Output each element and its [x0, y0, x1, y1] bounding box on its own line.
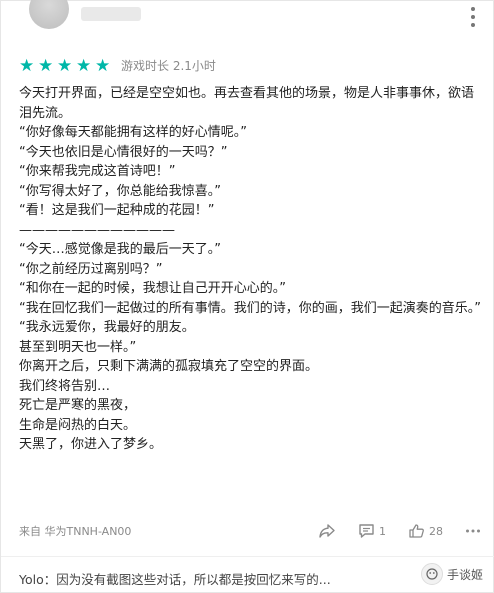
more-horizontal-icon — [465, 528, 481, 534]
star-rating: ★ ★ ★ ★ ★ — [19, 55, 111, 76]
comment-count: 1 — [379, 524, 386, 538]
review-line: “我在回忆我们一起做过的所有事情。我们的诗，你的画，我们一起演奏的音乐。” — [19, 300, 481, 316]
review-line: “今天…感觉像是我的最后一天了。” — [19, 242, 221, 257]
star-icon: ★ — [19, 55, 35, 76]
comment-icon — [358, 523, 375, 539]
star-icon: ★ — [38, 55, 54, 76]
review-line: “你来帮我完成这首诗吧！” — [19, 164, 176, 179]
review-line: “我永远爱你，我最好的朋友。 — [19, 320, 195, 335]
watermark: 手谈姬 — [420, 563, 483, 585]
watermark-logo-icon — [420, 563, 443, 585]
review-line: “和你在一起的时候，我想让自己开开心心的。” — [19, 281, 286, 296]
review-footer: 来自 华为TNNH-AN00 1 28 — [19, 519, 481, 543]
star-icon: ★ — [57, 55, 73, 76]
review-body: 今天打开界面，已经是空空如也。再去查看其他的场景，物是人非事事休，欲语泪先流。 … — [19, 84, 481, 455]
share-icon — [318, 523, 336, 539]
review-line: “你之前经历过离别吗？” — [19, 261, 163, 277]
thumbs-up-icon — [408, 523, 425, 539]
comment-button[interactable]: 1 — [358, 523, 386, 539]
like-button[interactable]: 28 — [408, 523, 443, 539]
more-options-button[interactable] — [465, 528, 481, 534]
review-line: 甚至到明天也一样。” — [19, 339, 137, 355]
device-label: 来自 华为TNNH-AN00 — [19, 525, 132, 538]
review-line: “你好像每天都能拥有这样的好心情呢。” — [19, 125, 247, 140]
review-line: 你离开之后，只剩下满满的孤寂填充了空空的界面。 — [19, 359, 319, 374]
review-line: ———————————— — [19, 222, 175, 238]
review-card: ★ ★ ★ ★ ★ 游戏时长 2.1小时 今天打开界面，已经是空空如也。再去查看… — [0, 0, 494, 593]
star-icon: ★ — [76, 55, 92, 76]
review-line: 今天打开界面，已经是空空如也。再去查看其他的场景，物是人非事事休，欲语泪先流。 — [19, 86, 475, 121]
review-line: “今天也依旧是心情很好的一天吗？” — [19, 144, 228, 160]
review-line: 生命是闷热的白天。 — [19, 417, 137, 433]
developer-reply[interactable]: Yolo：因为没有截图这些对话，所以都是按回忆来写的... — [19, 569, 331, 588]
review-line: 死亡是严寒的黑夜， — [19, 398, 137, 413]
star-icon: ★ — [95, 55, 111, 76]
playtime-label: 游戏时长 2.1小时 — [121, 59, 216, 73]
like-count: 28 — [429, 524, 443, 538]
review-line: 天黑了，你进入了梦乡。 — [19, 437, 163, 452]
review-line: 我们终将告别… — [19, 378, 111, 394]
review-line: “看！这是我们一起种成的花园！” — [19, 203, 215, 218]
more-vertical-icon[interactable] — [471, 7, 477, 27]
username-placeholder — [81, 7, 141, 21]
divider — [1, 556, 494, 557]
avatar[interactable] — [29, 0, 69, 29]
review-header — [1, 0, 494, 45]
review-meta: ★ ★ ★ ★ ★ 游戏时长 2.1小时 — [19, 57, 216, 74]
watermark-text: 手谈姬 — [446, 567, 483, 582]
review-line: “你写得太好了，你总能给我惊喜。” — [19, 183, 221, 199]
share-button[interactable] — [318, 523, 336, 539]
